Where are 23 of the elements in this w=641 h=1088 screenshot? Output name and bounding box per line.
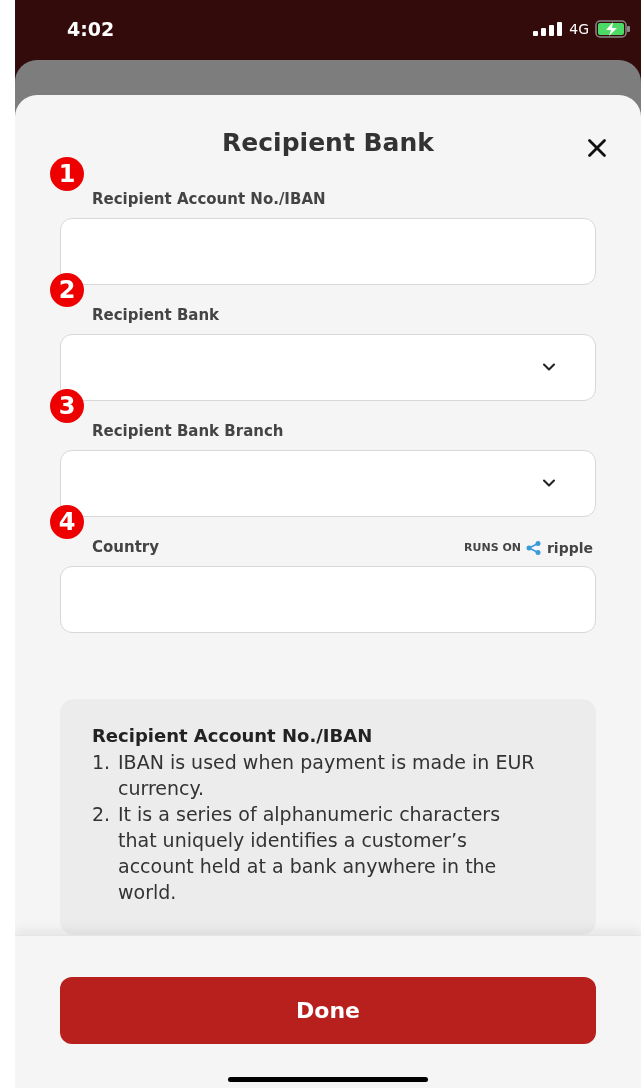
field-label: Recipient Bank Branch xyxy=(92,421,284,443)
step-number-badge: 2 xyxy=(50,272,84,307)
network-label: 4G xyxy=(569,19,589,39)
status-time: 4:02 xyxy=(67,16,115,42)
battery-charging-icon xyxy=(595,20,631,38)
field-label: Recipient Account No./IBAN xyxy=(92,189,326,211)
list-number: 2. xyxy=(92,802,112,827)
help-title: Recipient Account No./IBAN xyxy=(92,724,374,748)
help-text: It is a series of alphanumeric characters that uniquely identifies a customer’s account held at a bank anywhere in the world. xyxy=(118,802,502,905)
input-field[interactable] xyxy=(60,565,596,633)
ripple-wordmark: ripple xyxy=(546,538,593,558)
sheet-title: Recipient Bank xyxy=(222,127,434,160)
field-label: Country xyxy=(92,537,160,559)
step-number-badge: 1 xyxy=(50,156,84,191)
runs-on-label: RUNS ON xyxy=(464,540,521,557)
done-button[interactable]: Done xyxy=(60,977,596,1044)
ripple-logo-icon xyxy=(525,541,542,556)
step-number-badge: 4 xyxy=(50,504,84,539)
field-label: Recipient Bank xyxy=(92,305,220,327)
help-text: IBAN is used when payment is made in EUR currency. xyxy=(118,750,536,801)
signal-icon xyxy=(533,22,564,36)
list-number: 1. xyxy=(92,750,112,775)
step-number-badge: 3 xyxy=(50,388,84,423)
